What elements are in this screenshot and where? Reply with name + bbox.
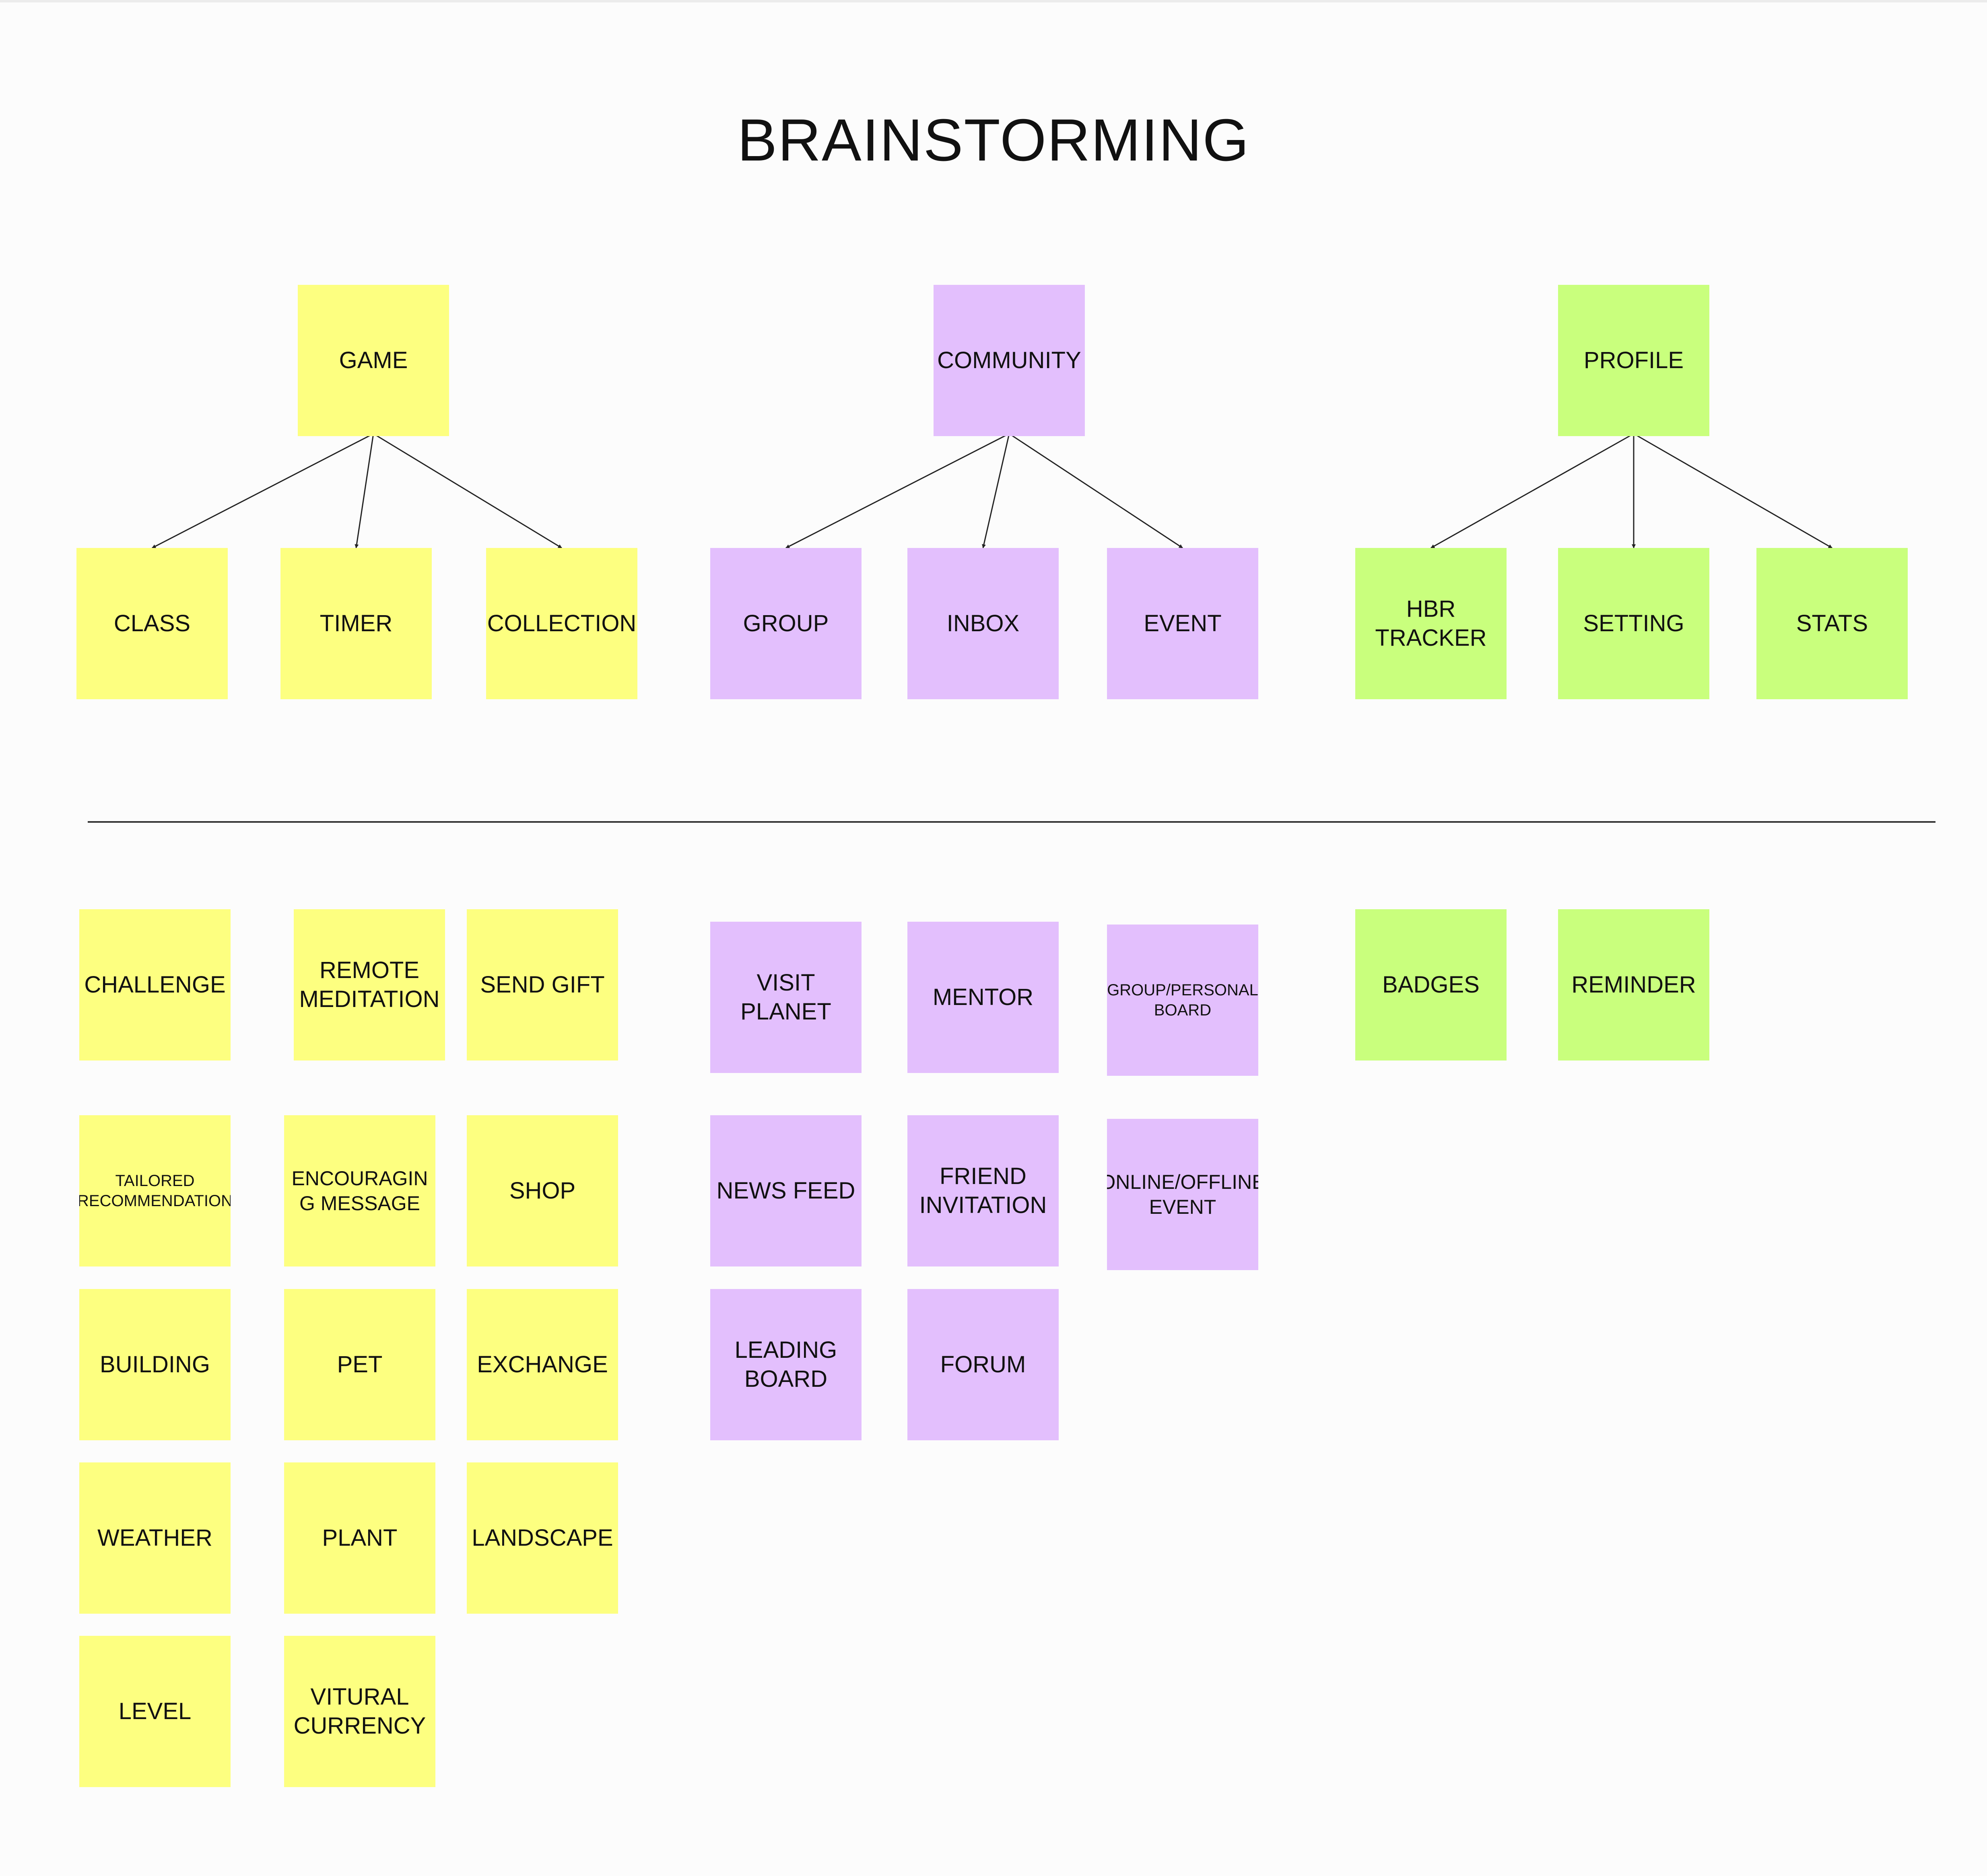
sticky-note-shop[interactable]: SHOP [467,1115,618,1266]
sticky-note-challenge[interactable]: CHALLENGE [79,909,231,1061]
sticky-note-badges[interactable]: BADGES [1355,909,1507,1061]
arrow-community-to-event [1009,433,1183,549]
sticky-note-stats[interactable]: STATS [1756,548,1908,699]
sticky-note-send-gift[interactable]: SEND GIFT [467,909,618,1061]
sticky-note-vitural-currency[interactable]: VITURAL CURRENCY [284,1636,435,1787]
sticky-note-event[interactable]: EVENT [1107,548,1258,699]
sticky-note-pet[interactable]: PET [284,1289,435,1440]
sticky-note-leading-board[interactable]: LEADING BOARD [710,1289,862,1440]
sticky-note-plant[interactable]: PLANT [284,1462,435,1614]
arrow-profile-to-hbr-tracker [1430,433,1634,549]
arrow-game-to-class [152,433,374,549]
sticky-note-setting[interactable]: SETTING [1558,548,1709,699]
brainstorm-board: BRAINSTORMING GAME COMMUNITY PROFILE CLASS T… [0,0,1987,1876]
sticky-note-visit-planet[interactable]: VISIT PLANET [710,922,862,1073]
sticky-note-class[interactable]: CLASS [76,548,228,699]
section-divider [88,821,1935,823]
sticky-note-building[interactable]: BUILDING [79,1289,231,1440]
sticky-note-community[interactable]: COMMUNITY [934,285,1085,436]
sticky-note-remote-meditation[interactable]: REMOTE MEDITATION [294,909,445,1061]
sticky-note-profile[interactable]: PROFILE [1558,285,1709,436]
sticky-note-reminder[interactable]: REMINDER [1558,909,1709,1061]
sticky-note-news-feed[interactable]: NEWS FEED [710,1115,862,1266]
sticky-note-online-offline-event[interactable]: ONLINE/OFFLINE EVENT [1107,1119,1258,1270]
sticky-note-encouraging-message[interactable]: ENCOURAGIN G MESSAGE [284,1115,435,1266]
sticky-note-hbr-tracker[interactable]: HBR TRACKER [1355,548,1507,699]
sticky-note-group[interactable]: GROUP [710,548,862,699]
sticky-note-inbox[interactable]: INBOX [907,548,1059,699]
sticky-note-group-personal-board[interactable]: GROUP/PERSONAL BOARD [1107,925,1258,1076]
sticky-note-exchange[interactable]: EXCHANGE [467,1289,618,1440]
sticky-note-landscape[interactable]: LANDSCAPE [467,1462,618,1614]
sticky-note-friend-invitation[interactable]: FRIEND INVITATION [907,1115,1059,1266]
arrow-community-to-group [785,433,1010,549]
sticky-note-weather[interactable]: WEATHER [79,1462,231,1614]
sticky-note-timer[interactable]: TIMER [280,548,432,699]
arrow-game-to-timer [355,433,374,548]
sticky-note-level[interactable]: LEVEL [79,1636,231,1787]
sticky-note-collection[interactable]: COLLECTION [486,548,637,699]
sticky-note-game[interactable]: GAME [298,285,449,436]
arrow-profile-to-stats [1633,433,1832,549]
sticky-note-mentor[interactable]: MENTOR [907,922,1059,1073]
arrow-game-to-collection [373,433,562,549]
sticky-note-tailored-recommendation[interactable]: TAILORED RECOMMENDATION [79,1115,231,1266]
arrow-community-to-inbox [982,433,1010,548]
sticky-note-forum[interactable]: FORUM [907,1289,1059,1440]
